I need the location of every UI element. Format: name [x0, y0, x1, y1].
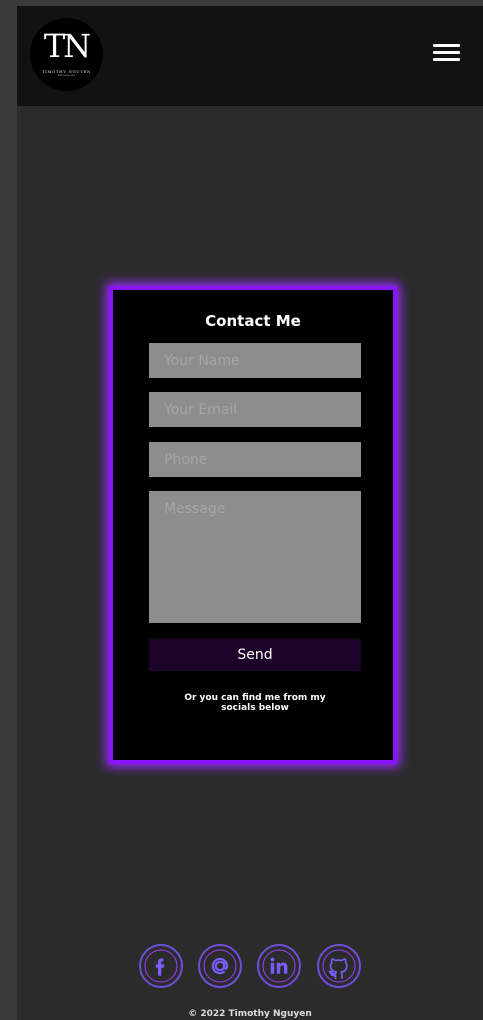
- footer-copyright: © 2022 Timothy Nguyen: [188, 1009, 312, 1019]
- hamburger-menu-icon[interactable]: [429, 40, 463, 68]
- page: TN TIMOTHY NGUYEN WEB DEVELOPER Contact …: [17, 6, 483, 1020]
- name-input[interactable]: [149, 343, 361, 378]
- phone-input[interactable]: [149, 442, 361, 477]
- github-link[interactable]: [317, 944, 361, 988]
- message-textarea[interactable]: [149, 491, 361, 623]
- menu-line: [433, 58, 460, 61]
- site-logo[interactable]: TN TIMOTHY NGUYEN WEB DEVELOPER: [30, 18, 103, 91]
- logo-monogram: TN: [43, 27, 91, 65]
- contact-title: Contact Me: [205, 312, 301, 330]
- linkedin-icon: [262, 949, 296, 983]
- facebook-icon: [144, 949, 178, 983]
- email-input[interactable]: [149, 392, 361, 427]
- email-at-icon: [203, 949, 237, 983]
- contact-form-card: Contact Me Send Or you can find me from …: [109, 286, 397, 764]
- social-links: [17, 944, 483, 994]
- facebook-link[interactable]: [139, 944, 183, 988]
- github-icon: [322, 949, 356, 983]
- email-link[interactable]: [198, 944, 242, 988]
- linkedin-link[interactable]: [257, 944, 301, 988]
- logo-name: TIMOTHY NGUYEN: [41, 69, 92, 74]
- menu-line: [433, 51, 460, 54]
- menu-line: [433, 44, 460, 47]
- logo-tagline: WEB DEVELOPER: [57, 75, 76, 77]
- site-header: TN TIMOTHY NGUYEN WEB DEVELOPER: [17, 6, 483, 106]
- social-note: Or you can find me from my socials below: [184, 693, 326, 713]
- send-button[interactable]: Send: [149, 639, 361, 671]
